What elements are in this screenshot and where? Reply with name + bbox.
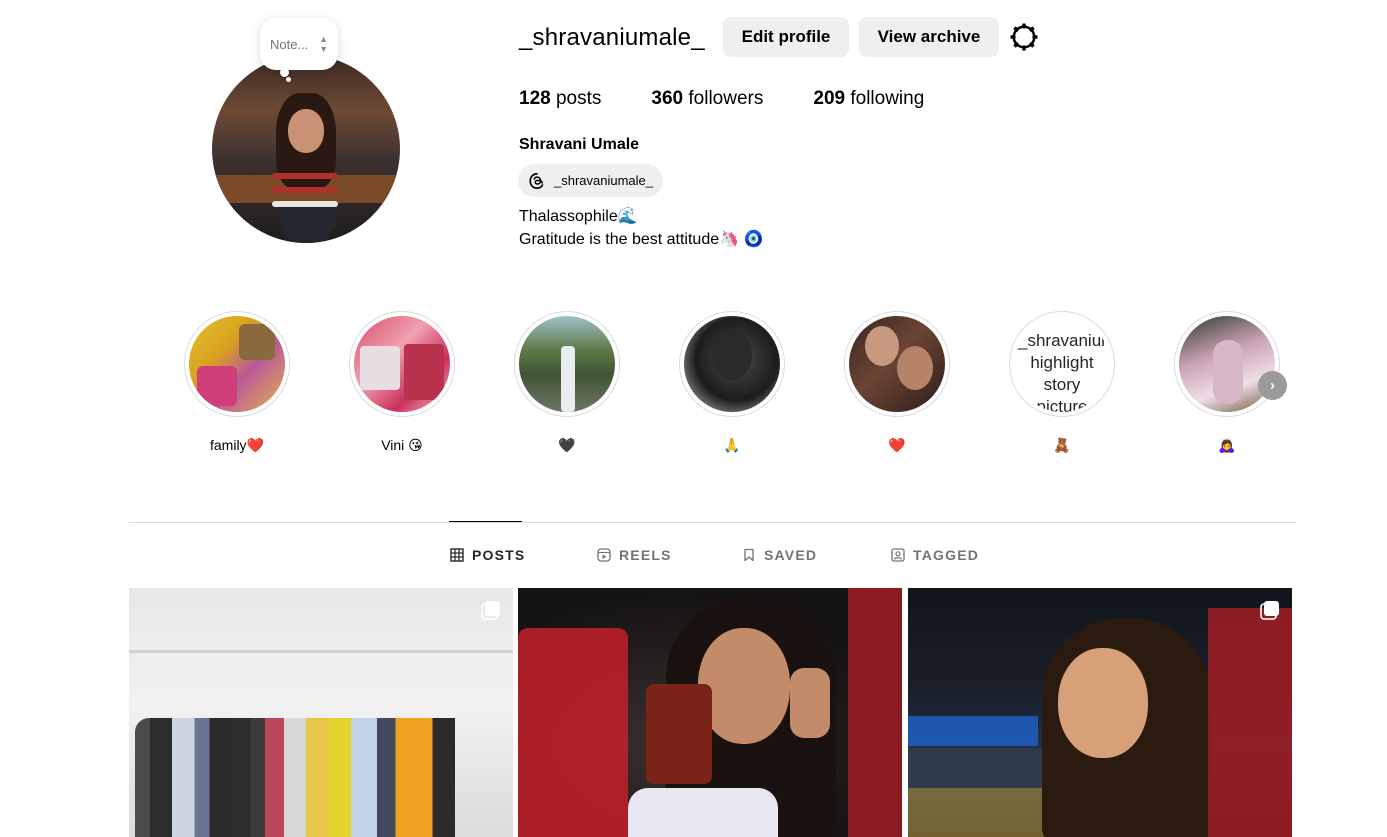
threads-link[interactable]: _shravaniumale_ bbox=[518, 164, 664, 197]
tab-tagged[interactable]: TAGGED bbox=[891, 547, 979, 563]
highlight-ring bbox=[679, 311, 785, 417]
highlight-ring bbox=[349, 311, 455, 417]
highlight-label: 🧸 bbox=[1053, 437, 1071, 453]
note-stepper-icon: ▲ ▼ bbox=[319, 34, 328, 54]
note-tail-dot-small bbox=[286, 77, 291, 82]
highlight-cover bbox=[849, 316, 945, 412]
highlight-ring bbox=[1174, 311, 1280, 417]
note-bubble[interactable]: Note... ▲ ▼ bbox=[260, 18, 338, 70]
profile-bio: Thalassophile🌊 Gratitude is the best att… bbox=[519, 205, 763, 251]
tab-label: POSTS bbox=[472, 547, 526, 563]
highlight-ring: _shravaniumale_'s highlight story pictur… bbox=[1009, 311, 1115, 417]
tab-label: TAGGED bbox=[913, 547, 980, 563]
tab-saved[interactable]: SAVED bbox=[742, 547, 817, 563]
tab-posts[interactable]: POSTS bbox=[450, 547, 525, 563]
bio-line-1: Thalassophile🌊 bbox=[519, 208, 638, 225]
highlight-label: Vini 😘 bbox=[381, 437, 423, 453]
followers-stat[interactable]: 360 followers bbox=[651, 88, 763, 110]
tab-label: SAVED bbox=[764, 547, 818, 563]
view-archive-button[interactable]: View archive bbox=[859, 17, 999, 57]
following-label: following bbox=[850, 88, 925, 109]
highlight-ring bbox=[514, 311, 620, 417]
multiple-posts-icon bbox=[481, 601, 500, 620]
post-thumbnail[interactable] bbox=[129, 588, 513, 837]
profile-username: _shravaniumale_ bbox=[519, 24, 705, 51]
profile-stats: 128 posts 360 followers 209 following bbox=[519, 88, 974, 110]
tab-reels[interactable]: REELS bbox=[597, 547, 672, 563]
highlight-cover bbox=[684, 316, 780, 412]
highlight-cover bbox=[519, 316, 615, 412]
posts-label: posts bbox=[555, 88, 602, 109]
highlight-cover bbox=[354, 316, 450, 412]
highlight-black-heart[interactable]: 🖤 bbox=[514, 311, 620, 454]
highlight-vini[interactable]: Vini 😘 bbox=[349, 311, 455, 454]
highlight-cover bbox=[1179, 316, 1275, 412]
following-count: 209 bbox=[813, 88, 846, 109]
threads-handle: _shravaniumale_ bbox=[554, 173, 654, 188]
highlight-cover bbox=[189, 316, 285, 412]
note-placeholder: Note... bbox=[270, 36, 309, 52]
posts-count: 128 bbox=[519, 88, 551, 109]
highlight-broken-image: _shravaniumale_'s highlight story pictur… bbox=[1014, 316, 1110, 412]
threads-icon bbox=[529, 172, 544, 189]
highlight-teddy[interactable]: _shravaniumale_'s highlight story pictur… bbox=[1009, 311, 1115, 454]
following-stat[interactable]: 209 following bbox=[813, 88, 924, 110]
highlights-next-chevron-icon[interactable]: › bbox=[1258, 371, 1287, 400]
highlight-label: 🖤 bbox=[558, 437, 576, 453]
profile-full-name: Shravani Umale bbox=[519, 136, 640, 153]
posts-stat: 128 posts bbox=[519, 88, 601, 110]
edit-profile-button[interactable]: Edit profile bbox=[723, 17, 849, 57]
note-tail-dot bbox=[280, 68, 289, 77]
multiple-posts-icon bbox=[1260, 601, 1279, 620]
reels-icon bbox=[597, 548, 611, 562]
avatar-image bbox=[212, 55, 400, 243]
highlight-ring bbox=[184, 311, 290, 417]
tabs-divider bbox=[129, 522, 1297, 523]
followers-label: followers bbox=[688, 88, 764, 109]
active-tab-indicator bbox=[449, 521, 522, 522]
highlight-red-heart[interactable]: ❤️ bbox=[844, 311, 950, 454]
highlight-pray[interactable]: 🙏 bbox=[679, 311, 785, 454]
post-thumbnail[interactable] bbox=[518, 588, 902, 837]
tagged-icon bbox=[891, 548, 905, 562]
highlight-label: ❤️ bbox=[888, 437, 906, 453]
post-thumbnail[interactable] bbox=[908, 588, 1292, 837]
bio-line-2: Gratitude is the best attitude🦄 🧿 bbox=[519, 231, 764, 248]
highlight-label: 🙇‍♀️ bbox=[1218, 437, 1236, 453]
highlight-ring bbox=[844, 311, 950, 417]
settings-gear-icon[interactable] bbox=[1009, 22, 1039, 52]
highlight-label: 🙏 bbox=[723, 437, 741, 453]
highlight-label: family❤️ bbox=[210, 437, 264, 453]
highlight-family[interactable]: family❤️ bbox=[184, 311, 290, 454]
tab-label: REELS bbox=[619, 547, 672, 563]
bookmark-icon bbox=[744, 548, 754, 562]
followers-count: 360 bbox=[651, 88, 684, 109]
grid-icon bbox=[450, 548, 464, 562]
profile-avatar[interactable] bbox=[212, 55, 400, 243]
